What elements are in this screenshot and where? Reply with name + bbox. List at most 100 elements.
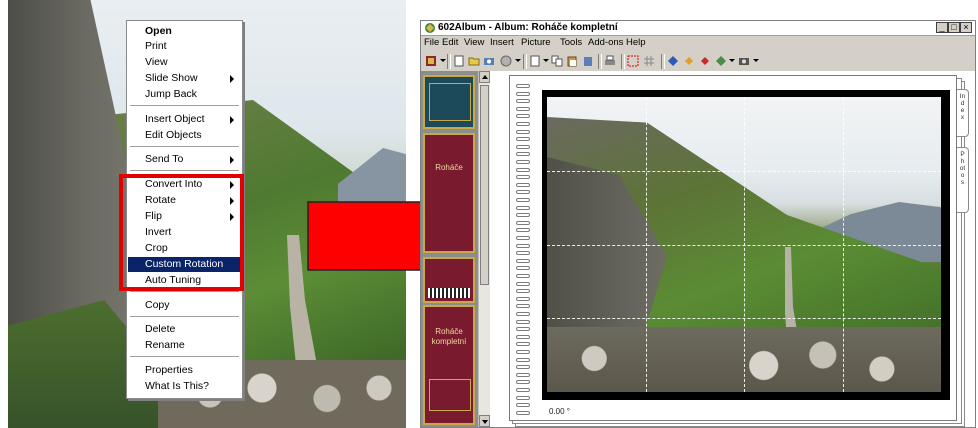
close-button[interactable]: × [960,22,972,33]
minimize-button[interactable]: _ [936,22,948,33]
book-cover[interactable] [423,257,475,303]
menu-item-insert-object[interactable]: Insert Object [128,112,241,127]
menu-file[interactable]: File [424,36,439,50]
dropdown-arrow-icon[interactable] [729,59,735,62]
binding-ring [516,152,530,157]
crop-frame-icon[interactable] [626,54,640,68]
rotation-grid-line [547,318,941,320]
menu-view[interactable]: View [464,36,484,50]
menu-picture[interactable]: Picture [521,36,551,50]
window-title: 602Album - Album: Roháče kompletní [438,22,618,33]
binding-ring [516,220,530,225]
menu-item-copy[interactable]: Copy [128,298,241,313]
toolbar-separator [621,54,625,69]
submenu-arrow-icon [230,75,234,83]
scroll-up-button[interactable] [479,71,490,83]
binding-ring [516,84,530,88]
binding-ring [516,251,530,256]
menu-separator [130,170,239,172]
paint-icon[interactable] [714,54,728,68]
menu-insert[interactable]: Insert [490,36,514,50]
dropdown-arrow-icon[interactable] [440,59,446,62]
scroll-thumb[interactable] [480,85,489,285]
scroll-down-button[interactable] [479,415,490,427]
new-icon[interactable] [452,54,466,68]
book-label: Roháče kompletní [431,327,467,346]
copy-icon[interactable] [550,54,564,68]
toolbar-separator [598,54,602,69]
menu-item-delete[interactable]: Delete [128,322,241,337]
menu-help[interactable]: Help [626,36,646,50]
print-icon[interactable] [603,54,617,68]
dropdown-arrow-icon[interactable] [515,59,521,62]
book-label: Roháče [435,163,463,172]
toolbar [421,51,975,71]
grid-icon[interactable] [642,54,656,68]
binding-ring [516,258,530,263]
clipboard-icon[interactable] [581,54,595,68]
menu-item-open[interactable]: Open [128,24,241,39]
menu-item-print[interactable]: Print [128,39,241,54]
blue-diamond-icon[interactable] [666,54,680,68]
binding-ring [516,304,530,309]
binding-ring [516,334,530,339]
photo-frame[interactable] [542,90,950,400]
globe-icon[interactable] [499,54,513,68]
book-cover[interactable] [423,75,475,129]
annotation-highlight-box [119,174,244,291]
menu-item-slide-show[interactable]: Slide Show [128,71,241,86]
binding-ring [516,106,530,111]
binding-ring [516,243,530,248]
dropdown-arrow-icon[interactable] [543,59,549,62]
menu-item-properties[interactable]: Properties [128,363,241,378]
binding-ring [516,350,530,354]
orange-diamond-icon[interactable] [682,54,696,68]
binding-ring [516,122,530,126]
camera-icon[interactable] [737,54,751,68]
binding-ring [516,205,530,210]
binding-ring [516,160,530,164]
scan-icon[interactable] [482,54,496,68]
menu-item-what-is-this[interactable]: What Is This? [128,379,241,394]
menu-item-view[interactable]: View [128,55,241,70]
menu-edit[interactable]: Edit [442,36,458,50]
book-cover[interactable]: Roháče [423,133,475,253]
menu-tools[interactable]: Tools [560,36,582,50]
menu-separator [130,105,239,107]
menu-add-ons[interactable]: Add-ons [588,36,623,50]
binding-ring [516,410,530,415]
menu-bar: File Edit View Insert Picture Tools Add-… [421,36,975,50]
tab-index[interactable]: Index [957,89,969,137]
album-page-view: 0.00 ° Index Photos [491,75,975,427]
menu-separator [130,146,239,148]
toolbar-separator [447,54,451,69]
binding-ring [516,228,530,233]
toolbar-separator [523,54,527,69]
client-area: Roháče Roháče kompletní 0.00 ° Index Pho… [421,71,975,427]
red-diamond-icon[interactable] [698,54,712,68]
menu-item-send-to[interactable]: Send To [128,152,241,167]
page-icon[interactable] [528,54,542,68]
photo-image [547,97,941,392]
book-cover[interactable]: Roháče kompletní [423,305,475,425]
menu-item-edit-objects[interactable]: Edit Objects [128,128,241,143]
menu-item-jump-back[interactable]: Jump Back [128,87,241,102]
dropdown-arrow-icon[interactable] [753,59,759,62]
side-tabs: Index Photos [957,89,973,289]
menu-separator [130,291,239,293]
vertical-scrollbar[interactable] [478,71,490,427]
binding-ring [516,91,530,96]
binding-ring [516,365,530,370]
menu-item-rename[interactable]: Rename [128,338,241,353]
tab-photos[interactable]: Photos [957,147,969,213]
binding-ring [516,266,530,271]
binding-ring [516,342,530,347]
open-folder-icon[interactable] [467,54,481,68]
menu-separator [130,356,239,358]
paste-icon[interactable] [565,54,579,68]
album-icon[interactable] [424,54,438,68]
app-icon [425,23,435,33]
binding-ring [516,296,530,301]
album-page: 0.00 ° [509,75,957,421]
maximize-button[interactable]: □ [948,22,960,33]
